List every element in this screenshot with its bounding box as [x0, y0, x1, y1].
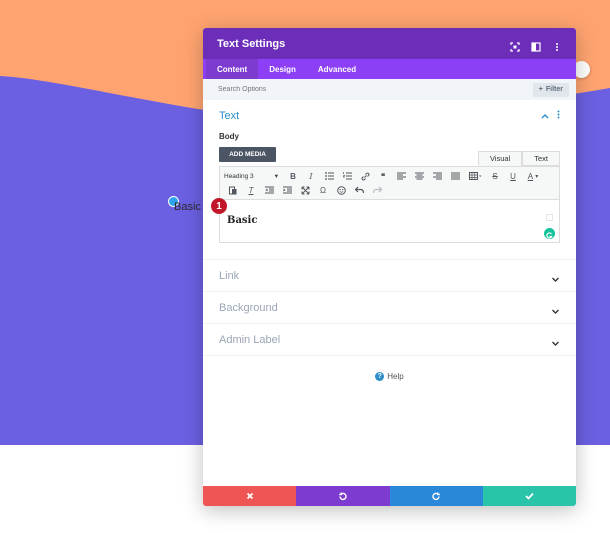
- redo-arrow-icon: [431, 492, 440, 500]
- chevron-down-icon: [551, 303, 560, 314]
- outdent-icon[interactable]: [260, 183, 278, 197]
- chevron-down-icon: [551, 271, 560, 282]
- search-input[interactable]: [218, 86, 533, 93]
- clear-format-icon[interactable]: T: [242, 183, 260, 197]
- body-label: Body: [219, 132, 239, 141]
- link-section-title: Link: [219, 269, 240, 282]
- bullet-list-icon[interactable]: [320, 169, 338, 183]
- paste-icon[interactable]: [224, 183, 242, 197]
- modal-tabs: Content Design Advanced: [203, 59, 576, 79]
- link-icon[interactable]: [356, 169, 374, 183]
- plus-icon: +: [538, 86, 543, 93]
- link-section[interactable]: Link: [203, 260, 576, 292]
- text-color-icon[interactable]: A ▾: [522, 169, 544, 183]
- tab-content[interactable]: Content: [206, 59, 259, 79]
- admin-label-section-title: Admin Label: [219, 333, 281, 346]
- modal-footer: [203, 486, 576, 506]
- chevron-down-icon: [551, 335, 560, 346]
- modal-title: Text Settings: [217, 37, 286, 50]
- split-view-icon[interactable]: [531, 39, 541, 52]
- redo-button[interactable]: [389, 486, 483, 506]
- background-section[interactable]: Background: [203, 292, 576, 324]
- text-section: Text Body ADD MEDIA Visual Text Heading …: [203, 100, 576, 260]
- grammarly-icon[interactable]: [544, 228, 555, 239]
- redo-icon[interactable]: [368, 183, 386, 197]
- text-section-title[interactable]: Text: [219, 110, 533, 122]
- more-options-icon[interactable]: [552, 39, 562, 51]
- search-bar: + Filter: [203, 79, 576, 100]
- numbered-list-icon[interactable]: [338, 169, 356, 183]
- format-select-value: Heading 3: [224, 172, 254, 180]
- tab-visual[interactable]: Visual: [477, 151, 523, 166]
- section-more-icon[interactable]: [557, 110, 560, 121]
- italic-icon[interactable]: I: [302, 169, 320, 183]
- tab-design[interactable]: Design: [258, 59, 307, 79]
- help-link[interactable]: ? Help: [203, 372, 576, 381]
- tab-text[interactable]: Text: [522, 151, 560, 166]
- blockquote-icon[interactable]: ❝: [374, 169, 392, 183]
- indent-icon[interactable]: [278, 183, 296, 197]
- align-right-icon[interactable]: [428, 169, 446, 183]
- strikethrough-icon[interactable]: S: [486, 169, 504, 183]
- editor-content[interactable]: Basic: [227, 215, 257, 226]
- align-center-icon[interactable]: [410, 169, 428, 183]
- admin-label-section[interactable]: Admin Label: [203, 324, 576, 356]
- format-select[interactable]: Heading 3 ▾: [224, 172, 284, 181]
- emoji-icon[interactable]: [332, 183, 350, 197]
- modal-header: Text Settings: [203, 28, 576, 59]
- fullscreen-icon[interactable]: [510, 39, 520, 52]
- expand-icon[interactable]: [296, 183, 314, 197]
- underline-icon[interactable]: U: [504, 169, 522, 183]
- canvas-text-module[interactable]: Basic: [174, 201, 201, 213]
- add-media-button[interactable]: ADD MEDIA: [219, 147, 276, 162]
- table-icon[interactable]: [464, 169, 486, 183]
- save-button[interactable]: [482, 486, 576, 506]
- editor-mode-tabs: Visual Text: [477, 151, 560, 166]
- checkmark-icon: [525, 492, 534, 500]
- align-left-icon[interactable]: [392, 169, 410, 183]
- undo-arrow-icon: [339, 492, 348, 500]
- discard-button[interactable]: [203, 486, 297, 506]
- settings-modal: Text Settings Content Design Advanced + …: [203, 28, 576, 506]
- resize-icon[interactable]: [546, 208, 553, 221]
- undo-icon[interactable]: [350, 183, 368, 197]
- chevron-up-icon[interactable]: [541, 111, 549, 121]
- bold-icon[interactable]: B: [284, 169, 302, 183]
- special-character-icon[interactable]: Ω: [314, 183, 332, 197]
- align-justify-icon[interactable]: [446, 169, 464, 183]
- tab-advanced[interactable]: Advanced: [307, 59, 367, 79]
- step-badge: 1: [211, 198, 227, 214]
- dropdown-arrow-icon: ▾: [274, 173, 278, 180]
- editor-toolbar: Heading 3 ▾ B I ❝ S U A ▾ T Ω: [219, 166, 560, 199]
- help-icon: ?: [375, 372, 385, 381]
- filter-button[interactable]: + Filter: [532, 82, 569, 97]
- background-section-title: Background: [219, 301, 278, 314]
- undo-button[interactable]: [296, 486, 390, 506]
- editor-area[interactable]: Basic: [219, 199, 560, 243]
- help-text: Help: [387, 372, 404, 381]
- close-icon: [246, 492, 253, 500]
- filter-label: Filter: [545, 86, 563, 93]
